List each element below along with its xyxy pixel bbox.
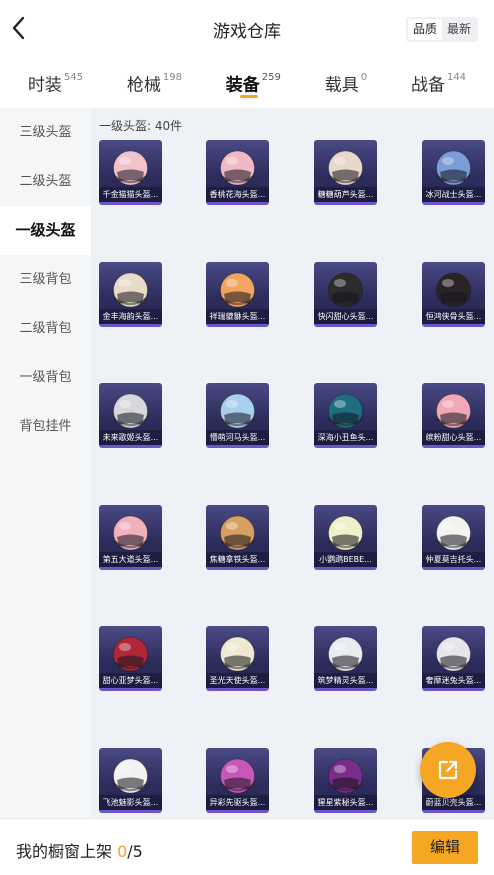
helmet-item-card[interactable]: 飞池魅影头盔... — [99, 747, 162, 813]
tab-equipment[interactable]: 装备 259 — [222, 60, 285, 104]
helmet-icon — [328, 150, 363, 186]
edit-button[interactable]: 编辑 — [412, 831, 478, 864]
sidebar-item-level2-helmet[interactable]: 二级头盔 — [0, 157, 91, 206]
tab-fashion[interactable]: 时装 545 — [24, 60, 87, 104]
helmet-item-card[interactable]: 筑梦精灵头盔... — [314, 626, 377, 691]
helmet-item-card[interactable]: 圣光天使头盔... — [206, 626, 269, 691]
helmet-icon — [220, 272, 255, 307]
item-name: 深海小丑鱼头... — [314, 430, 377, 445]
item-name: 圣光天使头盔... — [206, 673, 269, 688]
sidebar-item-backpack-pendant[interactable]: 背包挂件 — [0, 402, 91, 451]
helmet-icon — [113, 515, 148, 550]
item-name: 奢靡迷兔头盔... — [422, 673, 485, 688]
helmet-icon — [328, 272, 363, 307]
item-name: 未来歌姬头盔... — [99, 430, 162, 445]
item-name: 焦糖拿铁头盔... — [206, 551, 269, 567]
item-name: 缤粉甜心头盔... — [422, 430, 485, 445]
item-name: 快闪甜心头盔... — [314, 308, 377, 324]
sidebar-item-level1-helmet[interactable]: 一级头盔 — [0, 206, 91, 255]
helmet-icon — [113, 150, 148, 186]
helmet-item-card[interactable]: 懵萌河马头盔... — [206, 383, 269, 448]
external-link-icon — [438, 760, 458, 780]
helmet-icon — [328, 393, 363, 429]
sidebar-item-level2-backpack[interactable]: 二级背包 — [0, 304, 91, 353]
helmet-item-card[interactable]: 异彩先驱头盔... — [206, 747, 269, 813]
helmet-item-card[interactable]: 焦糖拿铁头盔... — [206, 504, 269, 570]
helmet-item-card[interactable]: 深海小丑鱼头... — [314, 383, 377, 448]
sidebar-item-level1-backpack[interactable]: 一级背包 — [0, 353, 91, 402]
sort-option-quality[interactable]: 品质 — [408, 19, 442, 40]
item-name: 冰河战士头盔... — [422, 187, 485, 202]
sidebar-item-level3-backpack[interactable]: 三级背包 — [0, 255, 91, 304]
helmet-item-card[interactable]: 祥瑞貔貅头盔... — [206, 261, 269, 327]
item-name: 飞池魅影头盔... — [99, 794, 162, 810]
helmet-icon — [220, 150, 255, 186]
helmet-icon — [436, 150, 471, 186]
helmet-icon — [220, 515, 255, 550]
item-name: 祥瑞貔貅头盔... — [206, 308, 269, 324]
helmet-item-card[interactable]: 冰河战士头盔... — [422, 140, 485, 205]
item-name: 第五大道头盔... — [99, 551, 162, 567]
active-tab-indicator — [240, 95, 259, 98]
item-name: 金丰海韵头盔... — [99, 308, 162, 324]
tab-supplies[interactable]: 战备 144 — [407, 60, 470, 104]
item-name: 糖糖葫芦头盔... — [314, 187, 377, 202]
helmet-item-card[interactable]: 糖糖葫芦头盔... — [314, 140, 377, 205]
sidebar-item-level3-helmet[interactable]: 三级头盔 — [0, 108, 91, 157]
helmet-icon — [436, 515, 471, 550]
helmet-item-card[interactable]: 猩星紫秘头盔... — [314, 747, 377, 813]
item-name: 懵萌河马头盔... — [206, 430, 269, 445]
helmet-item-card[interactable]: 缤粉甜心头盔... — [422, 383, 485, 448]
section-label: 一级头盔: 40件 — [99, 119, 183, 133]
sort-toggle: 品质 最新 — [406, 17, 478, 42]
helmet-icon — [436, 636, 471, 672]
item-list-panel: 一级头盔: 40件 千金猫猫头盔... 香桃花海头盔... 糖糖葫芦头盔... 冰河战… — [91, 108, 494, 818]
helmet-item-card[interactable]: 仲夏莫吉托头... — [422, 504, 485, 570]
helmet-icon — [328, 515, 363, 550]
helmet-item-card[interactable]: 甜心亚梦头盔... — [99, 626, 162, 691]
item-name: 异彩先驱头盔... — [206, 794, 269, 810]
helmet-icon — [220, 636, 255, 672]
item-name: 恒鸿侠骨头盔... — [422, 308, 485, 324]
share-button[interactable] — [420, 742, 476, 798]
showcase-count: 我的橱窗上架 0/5 — [16, 842, 143, 861]
tab-guns[interactable]: 枪械 198 — [123, 60, 186, 104]
helmet-item-card[interactable]: 奢靡迷兔头盔... — [422, 626, 485, 691]
helmet-icon — [328, 636, 363, 672]
tab-vehicles[interactable]: 载具 0 — [321, 60, 371, 104]
helmet-item-card[interactable]: 小鹦鹉BEBE... — [314, 504, 377, 570]
helmet-icon — [220, 758, 255, 793]
helmet-icon — [436, 393, 471, 429]
helmet-item-card[interactable]: 第五大道头盔... — [99, 504, 162, 570]
helmet-item-card[interactable]: 未来歌姬头盔... — [99, 383, 162, 448]
item-name: 香桃花海头盔... — [206, 187, 269, 202]
item-name: 千金猫猫头盔... — [99, 187, 162, 202]
helmet-item-card[interactable]: 香桃花海头盔... — [206, 140, 269, 205]
item-name: 猩星紫秘头盔... — [314, 794, 377, 810]
helmet-icon — [220, 393, 255, 429]
helmet-icon — [328, 758, 363, 793]
bottom-bar: 我的橱窗上架 0/5 编辑 — [0, 818, 494, 875]
helmet-item-card[interactable]: 恒鸿侠骨头盔... — [422, 261, 485, 327]
helmet-icon — [113, 758, 148, 793]
sidebar: 三级头盔 二级头盔 一级头盔 三级背包 二级背包 一级背包 背包挂件 — [0, 108, 91, 818]
category-tabs: 时装 545 枪械 198 装备 259 载具 0 战备 144 — [0, 60, 494, 104]
header: 游戏仓库 品质 最新 — [0, 0, 494, 58]
helmet-item-card[interactable]: 金丰海韵头盔... — [99, 261, 162, 327]
helmet-icon — [113, 393, 148, 429]
item-name: 仲夏莫吉托头... — [422, 551, 485, 567]
item-name: 小鹦鹉BEBE... — [314, 551, 377, 567]
sort-option-latest[interactable]: 最新 — [442, 19, 476, 40]
helmet-item-card[interactable]: 千金猫猫头盔... — [99, 140, 162, 205]
helmet-icon — [436, 272, 471, 307]
item-name: 甜心亚梦头盔... — [99, 673, 162, 688]
helmet-item-card[interactable]: 快闪甜心头盔... — [314, 261, 377, 327]
helmet-icon — [113, 636, 148, 672]
item-name: 筑梦精灵头盔... — [314, 673, 377, 688]
helmet-icon — [113, 272, 148, 307]
